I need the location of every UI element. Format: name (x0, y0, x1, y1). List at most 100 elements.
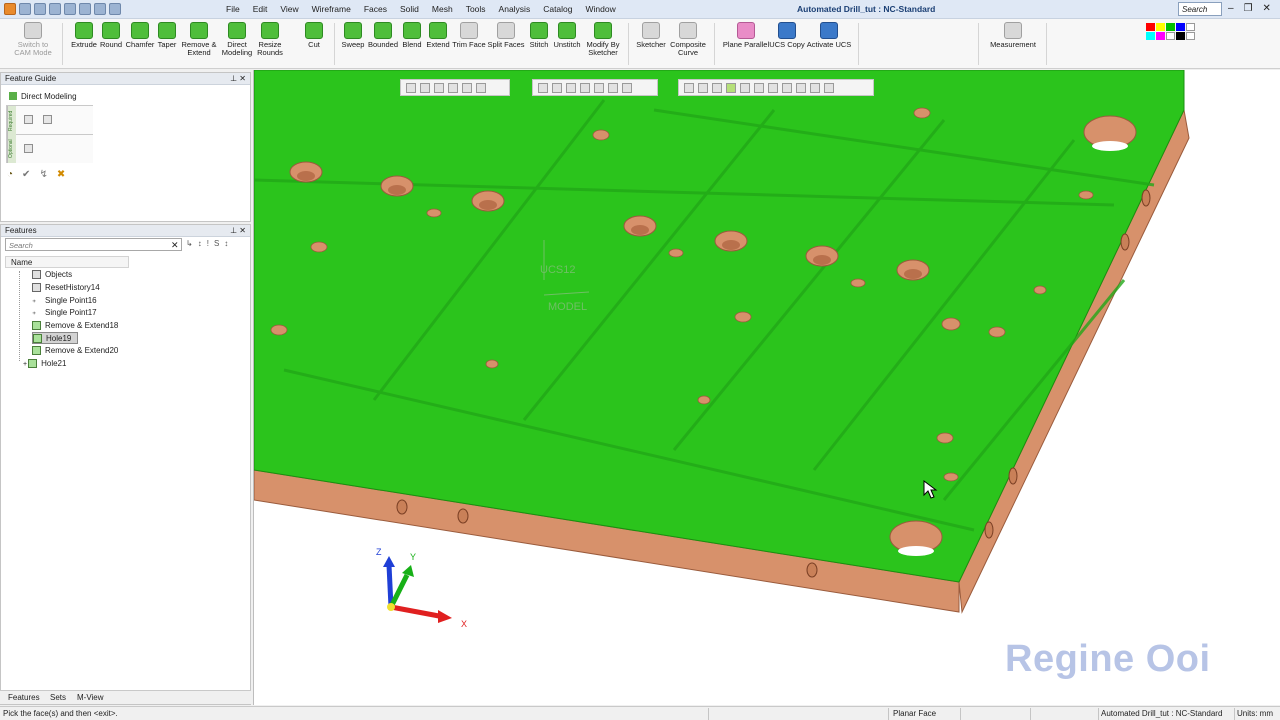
tree-item-remove-extend18[interactable]: Remove & Extend18 (32, 320, 118, 332)
clear-search-icon[interactable]: ✕ (171, 240, 179, 251)
tree-item-hole21[interactable]: + Hole21 (23, 358, 66, 370)
apply-icon[interactable]: ↯ (39, 169, 47, 180)
menu-analysis[interactable]: Analysis (499, 4, 531, 14)
required-row[interactable] (16, 106, 93, 135)
undo-view-icon[interactable] (684, 82, 694, 93)
sketcher-button[interactable]: Sketcher (634, 22, 668, 49)
direct-modeling-button[interactable]: Direct Modeling (218, 22, 256, 57)
menu-view[interactable]: View (280, 4, 298, 14)
exit-icon[interactable]: ✖ (57, 169, 65, 180)
select-icon[interactable] (406, 82, 416, 93)
features-search-input[interactable]: Search (5, 238, 182, 251)
model-scene[interactable]: UCS12 MODEL Z Y X (254, 70, 1280, 705)
extrude-button[interactable]: Extrude (69, 22, 99, 49)
tree-item-remove-extend20[interactable]: Remove & Extend20 (32, 345, 118, 357)
cut-button[interactable]: Cut (302, 22, 326, 49)
expand-icon[interactable]: + (23, 361, 27, 368)
shade-icon[interactable] (566, 82, 576, 93)
menu-mesh[interactable]: Mesh (432, 4, 453, 14)
snap-icon[interactable] (726, 82, 736, 93)
preview-icon[interactable]: ◔ (7, 169, 13, 180)
pick-icon[interactable] (712, 82, 722, 93)
menu-wireframe[interactable]: Wireframe (312, 4, 351, 14)
global-search-input[interactable]: Search (1178, 2, 1222, 16)
menu-tools[interactable]: Tools (466, 4, 486, 14)
menu-solid[interactable]: Solid (400, 4, 419, 14)
filter-select-icon[interactable] (434, 82, 444, 93)
print-icon[interactable] (64, 3, 76, 15)
option-icon[interactable] (24, 144, 33, 153)
chamfer-button[interactable]: Chamfer (124, 22, 156, 49)
section-icon[interactable] (796, 82, 806, 93)
orient-icon[interactable] (740, 82, 750, 93)
optional-row[interactable] (16, 135, 93, 163)
rotate-icon[interactable] (754, 82, 764, 93)
tree-item-objects[interactable]: Objects (32, 269, 72, 281)
resize-rounds-button[interactable]: Resize Rounds (256, 22, 284, 57)
split-faces-button[interactable]: Split Faces (486, 22, 526, 49)
color-palette[interactable] (1146, 23, 1195, 40)
view-toolbar[interactable] (678, 79, 874, 96)
bulb-icon[interactable] (552, 82, 562, 93)
open-file-icon[interactable] (34, 3, 46, 15)
menu-window[interactable]: Window (586, 4, 616, 14)
panel-pin-close-icon[interactable]: ⊥ ✕ (230, 74, 246, 83)
taper-button[interactable]: Taper (155, 22, 179, 49)
graphics-viewport[interactable]: UCS12 MODEL Z Y X Regine Ooi (253, 70, 1280, 705)
info-icon[interactable]: ! (207, 239, 209, 248)
switch-to-cam-button[interactable]: Switch to CAM Mode (10, 22, 56, 57)
menu-catalog[interactable]: Catalog (543, 4, 572, 14)
menu-file[interactable]: File (226, 4, 240, 14)
plane-parallel-button[interactable]: Plane Parallel (722, 22, 770, 49)
new-file-icon[interactable] (19, 3, 31, 15)
more-icon[interactable]: ↕ (224, 239, 228, 248)
box-select-icon[interactable] (420, 82, 430, 93)
tree-item-hole19[interactable]: Hole19 (32, 332, 79, 344)
trim-face-button[interactable]: Trim Face (452, 22, 486, 49)
remove-extend-button[interactable]: Remove & Extend (180, 22, 218, 57)
features-pin-close-icon[interactable]: ⊥ ✕ (230, 226, 246, 235)
restore-icon[interactable]: ❐ (1244, 3, 1253, 14)
redo-icon[interactable] (94, 3, 106, 15)
zoom-icon[interactable] (622, 82, 632, 93)
minimize-icon[interactable]: – (1228, 3, 1234, 14)
fit-icon[interactable] (782, 82, 792, 93)
sort-icon[interactable]: ↕ (198, 239, 202, 248)
measurement-button[interactable]: Measurement (986, 22, 1040, 49)
suppress-icon[interactable]: S (214, 239, 219, 248)
bounded-button[interactable]: Bounded (366, 22, 400, 49)
app-logo-icon[interactable] (4, 3, 16, 15)
filter-icon[interactable]: ↳ (186, 239, 193, 248)
selection-toolbar[interactable] (400, 79, 510, 96)
modify-by-sketcher-button[interactable]: Modify By Sketcher (583, 22, 623, 57)
display-toolbar[interactable] (532, 79, 658, 96)
tab-features[interactable]: Features (8, 693, 40, 702)
unstitch-button[interactable]: Unstitch (551, 22, 583, 49)
round-button[interactable]: Round (98, 22, 124, 49)
tree-item-reset-history[interactable]: ResetHistory14 (32, 282, 100, 294)
menu-edit[interactable]: Edit (253, 4, 268, 14)
list-icon[interactable] (43, 115, 52, 124)
tab-sets[interactable]: Sets (50, 693, 66, 702)
region-select-icon[interactable] (476, 82, 486, 93)
save-icon[interactable] (49, 3, 61, 15)
blend-button[interactable]: Blend (400, 22, 424, 49)
layers-icon[interactable] (608, 82, 618, 93)
name-column-header[interactable]: Name (5, 256, 129, 268)
settings-icon[interactable] (109, 3, 121, 15)
layer-icon[interactable] (594, 82, 604, 93)
chain-select-icon[interactable] (462, 82, 472, 93)
ucs-copy-button[interactable]: UCS Copy (769, 22, 805, 49)
measure-icon[interactable] (810, 82, 820, 93)
light-icon[interactable] (538, 82, 548, 93)
extend-button[interactable]: Extend (424, 22, 452, 49)
close-icon[interactable]: ✕ (1263, 3, 1271, 14)
invert-select-icon[interactable] (448, 82, 458, 93)
tab-m-view[interactable]: M-View (77, 693, 104, 702)
sweep-button[interactable]: Sweep (339, 22, 367, 49)
redo-view-icon[interactable] (698, 82, 708, 93)
ok-check-icon[interactable]: ✔ (22, 169, 30, 180)
stitch-button[interactable]: Stitch (527, 22, 551, 49)
undo-icon[interactable] (79, 3, 91, 15)
composite-curve-button[interactable]: Composite Curve (668, 22, 708, 57)
